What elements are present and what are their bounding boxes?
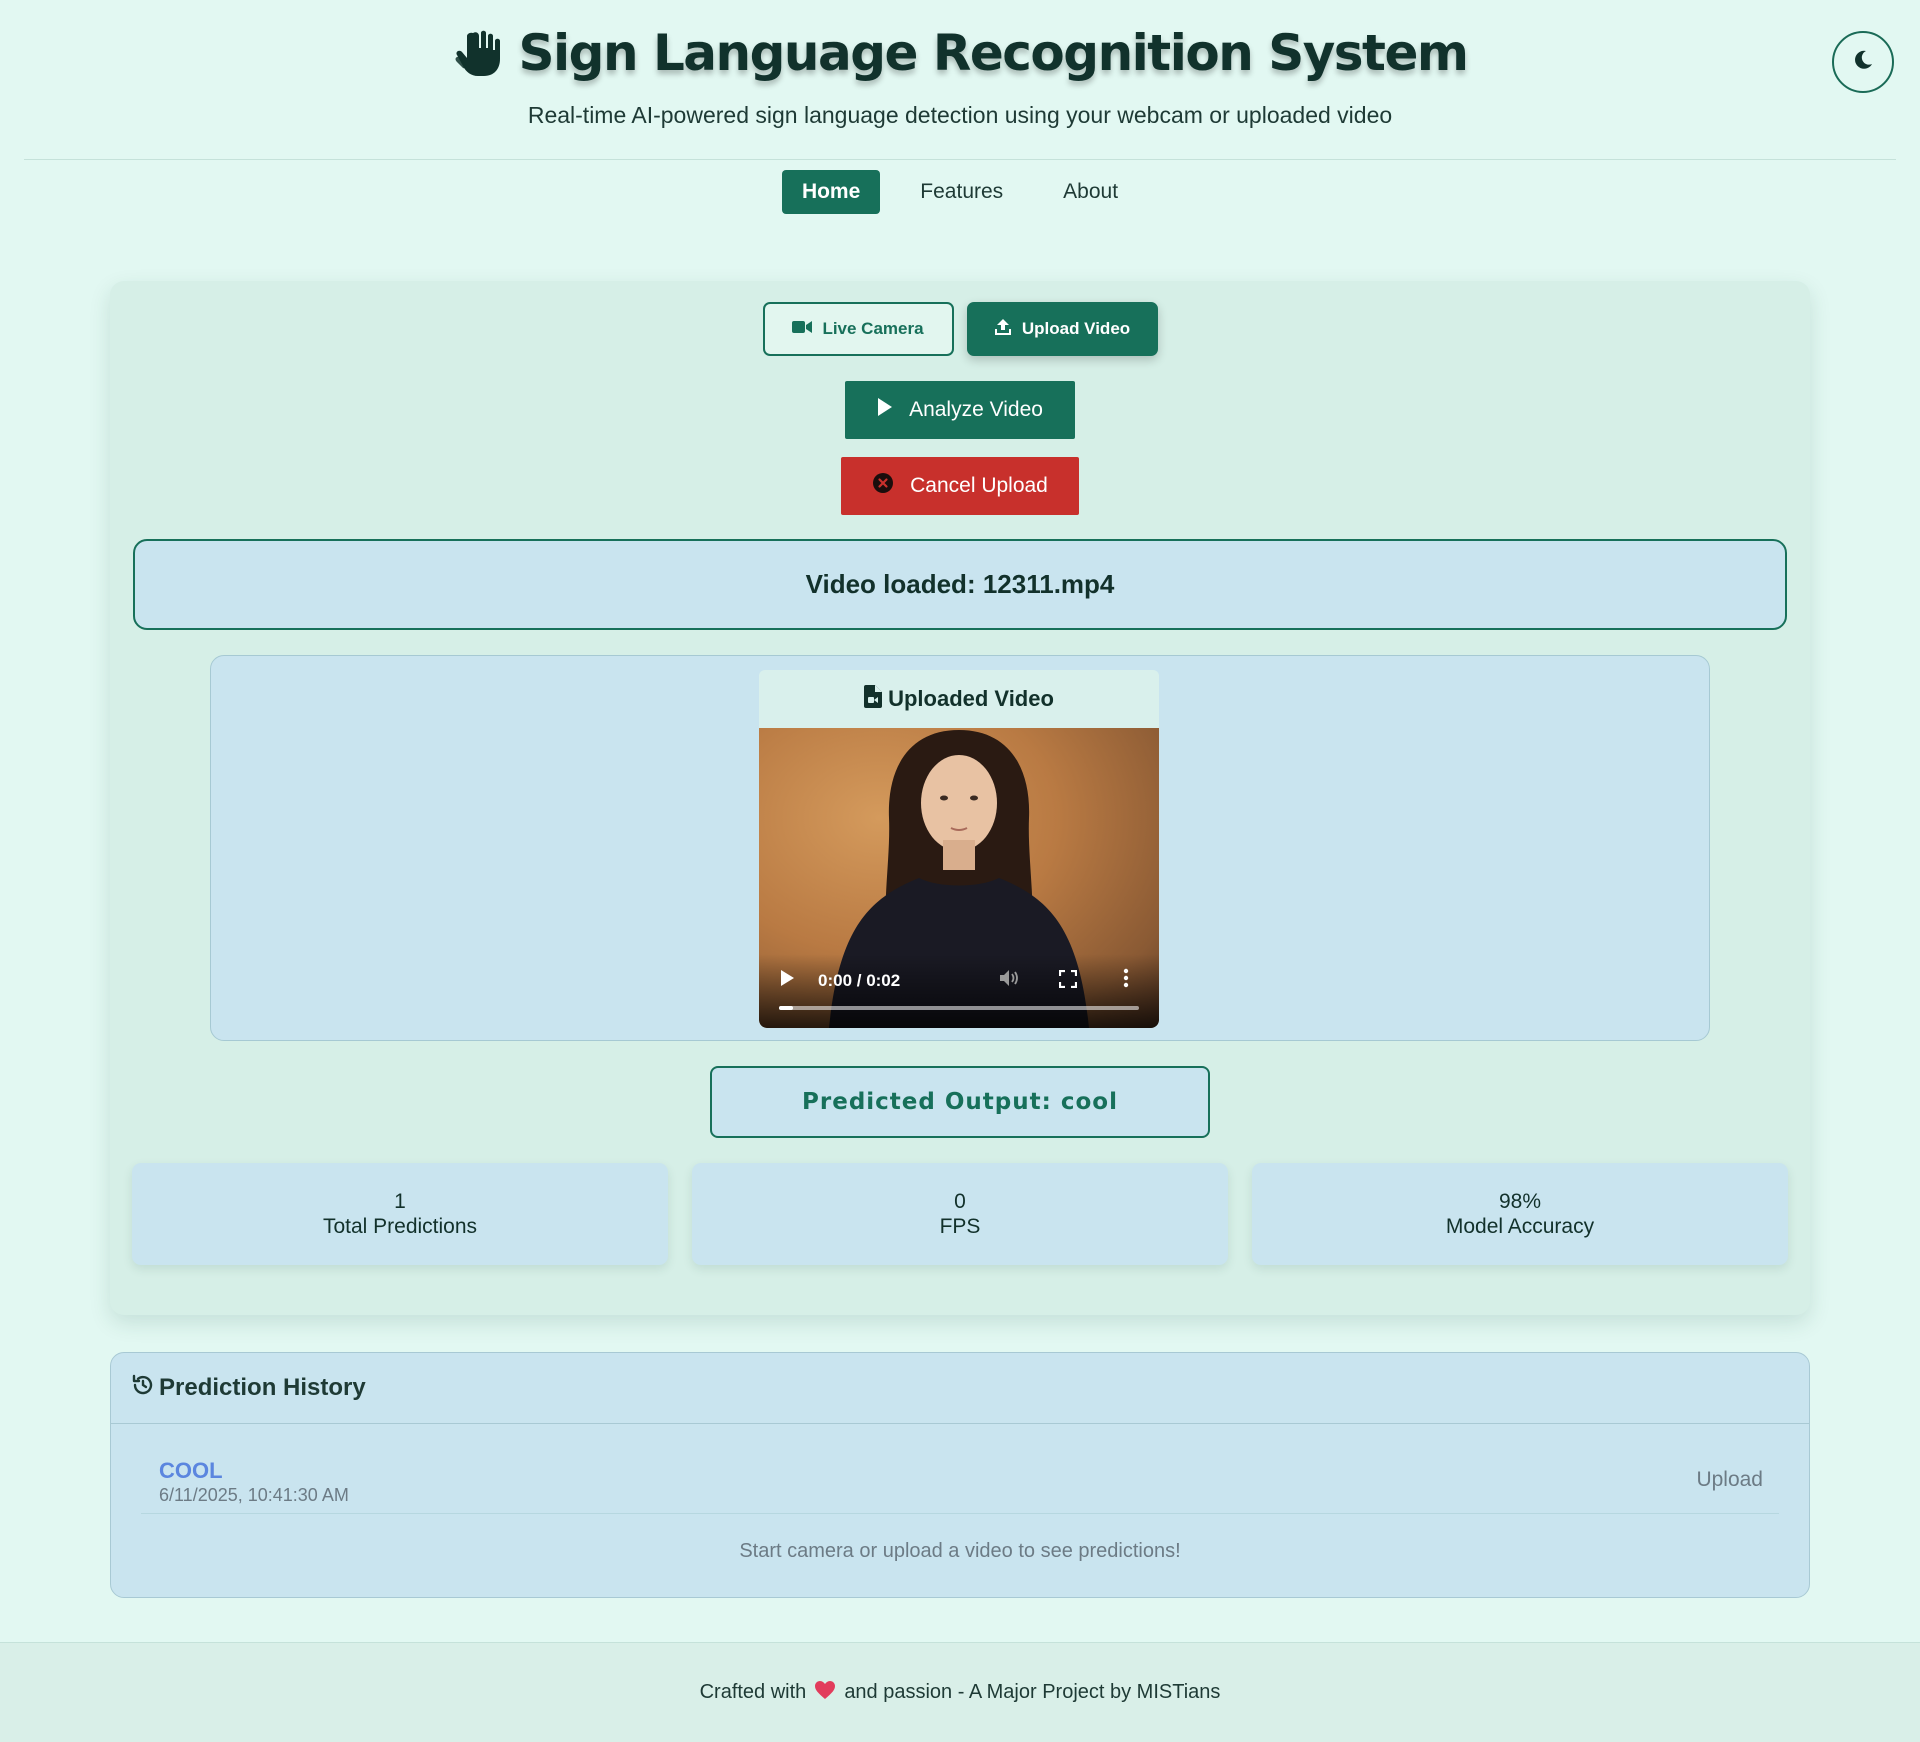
history-item-timestamp: 6/11/2025, 10:41:30 AM	[159, 1485, 349, 1505]
live-camera-label: Live Camera	[822, 319, 924, 338]
heart-icon	[814, 1680, 836, 1706]
video-camera-icon	[792, 319, 813, 339]
stat-value: 1	[394, 1189, 406, 1213]
live-camera-button[interactable]: Live Camera	[762, 302, 954, 356]
cancel-upload-button[interactable]: Cancel Upload	[841, 457, 1079, 515]
video-player[interactable]: 0:00 / 0:02	[759, 728, 1159, 1028]
prediction-history: Prediction History COOL 6/11/2025, 10:41…	[110, 1352, 1810, 1598]
fullscreen-icon[interactable]	[1058, 969, 1078, 993]
nav-item-about[interactable]: About	[1043, 170, 1138, 214]
page-header: Sign Language Recognition System Real-ti…	[24, 0, 1896, 160]
hand-sign-icon	[453, 25, 509, 81]
page-subtitle: Real-time AI-powered sign language detec…	[527, 102, 1393, 128]
page-footer: Crafted with and passion - A Major Proje…	[0, 1642, 1920, 1742]
stat-label: Total Predictions	[322, 1215, 478, 1238]
nav-item-features[interactable]: Features	[900, 170, 1023, 214]
upload-video-label: Upload Video	[1021, 319, 1131, 338]
video-progress-fill	[779, 1006, 794, 1010]
history-header: Prediction History	[111, 1353, 1809, 1424]
footer-prefix: Crafted with	[699, 1681, 807, 1703]
stat-label: FPS	[939, 1215, 981, 1238]
volume-muted-icon[interactable]	[999, 968, 1021, 993]
history-item: COOL 6/11/2025, 10:41:30 AM Upload	[141, 1452, 1779, 1514]
play-icon	[877, 397, 893, 423]
main-nav: Home Features About	[0, 170, 1920, 214]
stat-value: 98%	[1498, 1189, 1542, 1213]
video-controls: 0:00 / 0:02	[759, 954, 1159, 1028]
upload-video-button[interactable]: Upload Video	[966, 302, 1158, 356]
stats-row: 1 Total Predictions 0 FPS 98% Model Accu…	[132, 1163, 1788, 1265]
title-row: Sign Language Recognition System	[24, 24, 1896, 82]
upload-icon	[994, 318, 1012, 341]
uploaded-video-card: Uploaded Video 0:00 / 0:02	[759, 670, 1159, 1028]
video-card-header: Uploaded Video	[759, 670, 1159, 728]
video-panel: Uploaded Video 0:00 / 0:02	[210, 655, 1710, 1041]
predicted-output: Predicted Output: cool	[710, 1066, 1210, 1138]
video-card-title: Uploaded Video	[888, 686, 1054, 711]
stat-value: 0	[954, 1189, 966, 1213]
input-mode-selector: Live Camera Upload Video	[110, 302, 1810, 356]
close-circle-icon	[872, 472, 894, 500]
moon-icon	[1852, 49, 1874, 76]
nav-item-home[interactable]: Home	[781, 170, 881, 214]
history-item-prediction: COOL	[159, 1458, 223, 1483]
stat-model-accuracy: 98% Model Accuracy	[1252, 1163, 1788, 1265]
stat-label: Model Accuracy	[1445, 1215, 1595, 1238]
history-item-source: Upload	[1696, 1468, 1763, 1491]
stat-fps: 0 FPS	[692, 1163, 1228, 1265]
history-title: Prediction History	[159, 1374, 366, 1401]
history-empty-message: Start camera or upload a video to see pr…	[739, 1540, 1181, 1562]
status-message: Video loaded: 12311.mp4	[133, 539, 1787, 630]
theme-toggle-button[interactable]	[1832, 31, 1894, 93]
analyze-video-button[interactable]: Analyze Video	[845, 381, 1075, 439]
recognition-panel: Live Camera Upload Video Analyze Video C…	[110, 281, 1810, 1315]
file-video-icon	[864, 684, 883, 714]
history-icon	[131, 1373, 155, 1404]
page-title: Sign Language Recognition System	[518, 24, 1469, 82]
video-progress-bar[interactable]	[779, 1006, 1139, 1010]
more-options-icon[interactable]	[1123, 968, 1129, 993]
play-icon[interactable]	[779, 969, 795, 992]
analyze-video-label: Analyze Video	[909, 398, 1043, 421]
video-time: 0:00 / 0:02	[818, 971, 901, 990]
stat-total-predictions: 1 Total Predictions	[132, 1163, 668, 1265]
footer-suffix: and passion - A Major Project by MISTian…	[844, 1681, 1221, 1703]
cancel-upload-label: Cancel Upload	[910, 474, 1048, 497]
